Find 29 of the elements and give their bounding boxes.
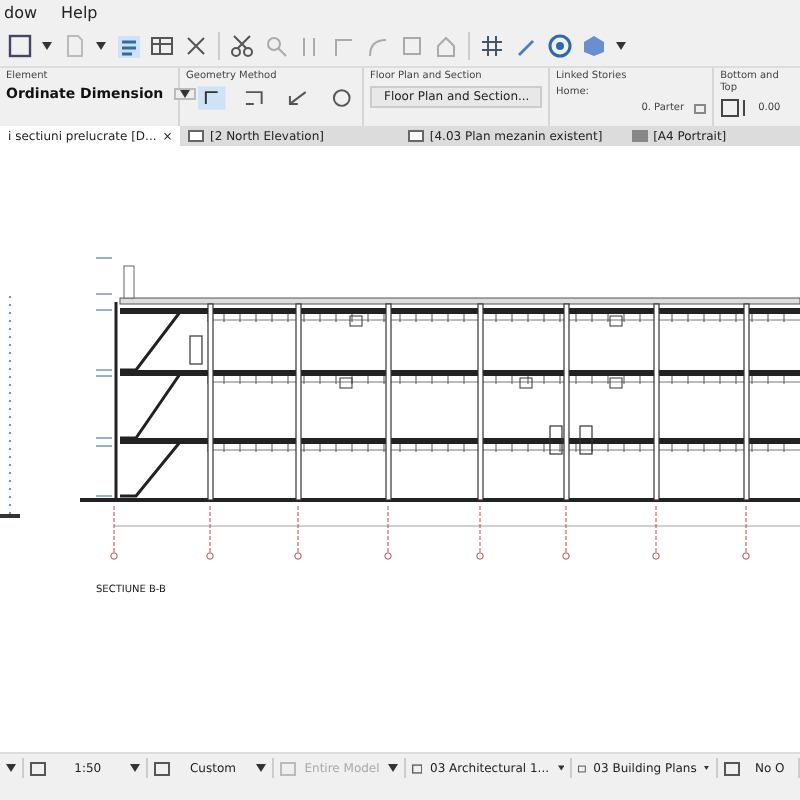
height-icon bbox=[720, 98, 749, 118]
caret-icon[interactable] bbox=[42, 42, 52, 50]
window-icon[interactable] bbox=[8, 34, 32, 58]
layout-icon bbox=[631, 130, 648, 142]
view-icon bbox=[407, 130, 424, 142]
menu-item[interactable]: Help bbox=[61, 4, 98, 22]
caret-icon[interactable] bbox=[129, 764, 140, 772]
caret-icon[interactable] bbox=[179, 90, 190, 98]
view-icon bbox=[188, 130, 204, 142]
plan-icon[interactable] bbox=[577, 761, 586, 775]
caret-icon[interactable] bbox=[704, 764, 710, 772]
pen-icon[interactable] bbox=[411, 761, 422, 775]
caret-icon[interactable] bbox=[96, 42, 106, 50]
caret-icon[interactable] bbox=[256, 764, 267, 772]
grid-icon[interactable] bbox=[150, 34, 174, 58]
caret-icon[interactable] bbox=[616, 42, 626, 50]
pencil-icon[interactable] bbox=[514, 34, 538, 58]
spin-button[interactable] bbox=[173, 88, 196, 100]
ordinate-method-icon[interactable] bbox=[198, 86, 226, 110]
caret-icon[interactable] bbox=[557, 764, 564, 772]
cross-icon[interactable] bbox=[184, 34, 208, 58]
caret-icon[interactable] bbox=[6, 764, 16, 772]
dimension-icon[interactable] bbox=[241, 86, 269, 110]
hatch-icon[interactable] bbox=[480, 34, 504, 58]
cube-icon[interactable] bbox=[582, 34, 606, 58]
scissors-icon[interactable] bbox=[230, 34, 254, 58]
dimension-icon[interactable] bbox=[328, 86, 356, 110]
menu-item[interactable]: dow bbox=[4, 4, 38, 22]
globe-icon[interactable] bbox=[548, 34, 572, 58]
